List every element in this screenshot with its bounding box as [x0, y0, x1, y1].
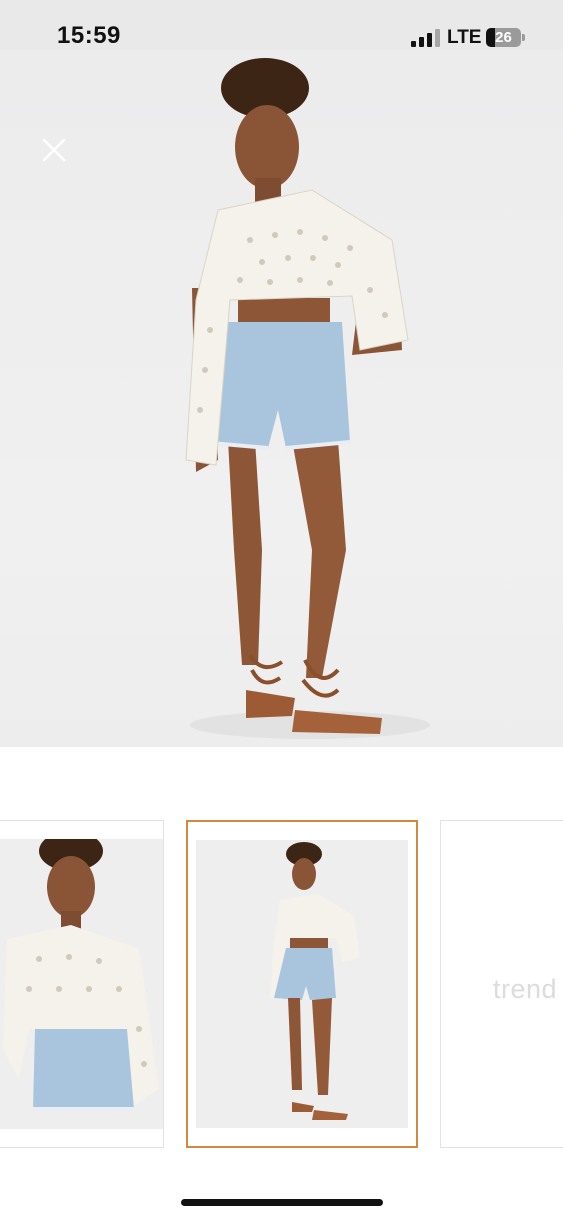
model-full-body-illustration: [185, 58, 430, 739]
thumbnail-photo: [0, 839, 163, 1129]
close-icon: [42, 138, 66, 162]
thumbnail-photo: [196, 840, 408, 1128]
close-button[interactable]: [38, 134, 70, 166]
thumbnail-2-selected[interactable]: [186, 820, 418, 1148]
main-product-image[interactable]: [0, 50, 563, 747]
battery-level: 26: [495, 29, 512, 46]
status-bar: 15:59 LTE 26: [0, 0, 563, 50]
network-label: LTE: [447, 27, 482, 48]
brand-watermark: trend: [493, 974, 558, 1004]
thumbnail-1[interactable]: [0, 820, 164, 1148]
signal-icon: [411, 29, 441, 47]
status-time: 15:59: [57, 22, 121, 49]
home-indicator[interactable]: [181, 1199, 383, 1206]
battery-icon: 26: [486, 28, 521, 47]
thumbnail-3[interactable]: trend: [440, 820, 563, 1148]
